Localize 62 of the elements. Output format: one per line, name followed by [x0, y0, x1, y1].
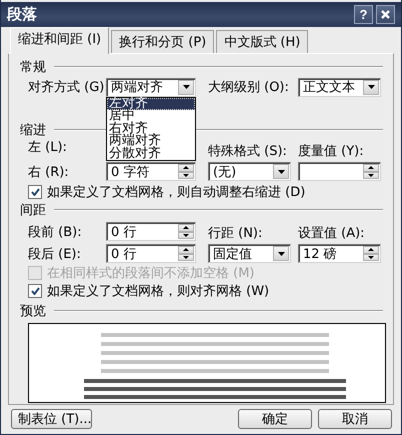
caret-up-icon [368, 248, 374, 252]
caret-icon [278, 170, 284, 174]
dropdown-field[interactable]: 正文文本 [298, 78, 381, 96]
spin-up-button[interactable] [363, 246, 379, 254]
dropdown-button[interactable] [273, 246, 289, 261]
spin-up-button[interactable] [178, 246, 194, 254]
field-label: 行距 (N): [208, 226, 262, 241]
checkbox[interactable] [28, 284, 42, 298]
caret-icon [368, 256, 374, 259]
checkbox-label: 在相同样式的段落间不添加空格 (M) [47, 265, 254, 282]
caret-up-icon [183, 166, 189, 170]
caret-up-icon [183, 226, 189, 230]
caret-icon [368, 174, 374, 177]
section-heading: 间距 [20, 202, 46, 218]
tab[interactable]: 中文版式 (H) [216, 30, 308, 53]
dropdown-button[interactable] [363, 80, 379, 94]
field-label: 特殊格式 (S): [208, 144, 287, 159]
caret-icon [183, 256, 189, 259]
caret-icon [183, 174, 189, 177]
spin-up-button[interactable] [178, 224, 194, 232]
close-icon [381, 10, 390, 19]
caret-icon [368, 85, 374, 89]
checkbox-label: 如果定义了文档网格，则对齐网格 (W) [47, 283, 270, 300]
tab[interactable]: 换行和分页 (P) [111, 30, 214, 53]
caret-icon [182, 85, 190, 89]
field-label: 度量值 (Y): [298, 144, 364, 159]
spin-field[interactable] [298, 162, 381, 181]
caret-icon [278, 252, 284, 256]
tab[interactable]: 缩进和间距 (I) [10, 27, 110, 54]
checkmark-icon [30, 188, 40, 196]
section-heading: 常规 [20, 58, 46, 76]
checkbox-label: 如果定义了文档网格，则自动调整右缩进 (D) [47, 184, 306, 201]
field-label: 段前 (B): [28, 224, 82, 240]
section-heading: 缩进 [20, 122, 46, 138]
checkmark-icon [30, 287, 40, 295]
caret-icon [183, 234, 189, 237]
dialog-button[interactable]: 确定 [238, 409, 312, 429]
help-button[interactable]: ? [354, 5, 373, 24]
dialog-button[interactable]: 制表位 (T)... [11, 409, 92, 429]
caret-up-icon [368, 166, 374, 170]
field-label: 左 (L): [28, 140, 67, 155]
spin-field[interactable]: 0 行 [106, 222, 196, 241]
field-label: 大纲级别 (O): [208, 80, 289, 95]
caret-up-icon [183, 248, 189, 252]
dropdown-button[interactable] [178, 80, 194, 94]
dropdown-field[interactable]: (无) [208, 162, 291, 181]
field-label: 设置值 (A): [298, 226, 365, 241]
close-button[interactable] [376, 5, 395, 24]
spin-up-button[interactable] [363, 164, 379, 172]
dropdown-option[interactable]: 分散对齐 [107, 148, 195, 160]
spin-field[interactable]: 12 磅 [298, 244, 381, 263]
field-label: 右 (R): [28, 164, 69, 180]
window-title: 段落 [7, 5, 38, 24]
dropdown-button[interactable] [273, 164, 289, 179]
field-label: 段后 (E): [28, 246, 81, 262]
checkbox[interactable] [28, 185, 42, 199]
dialog-button[interactable]: 取消 [318, 409, 392, 429]
spin-field[interactable]: 0 行 [106, 244, 196, 263]
dropdown-field[interactable]: 固定值 [208, 244, 291, 263]
spin-up-button[interactable] [178, 164, 194, 172]
spin-field[interactable]: 0 字符 [106, 162, 196, 181]
section-heading: 预览 [20, 302, 46, 320]
